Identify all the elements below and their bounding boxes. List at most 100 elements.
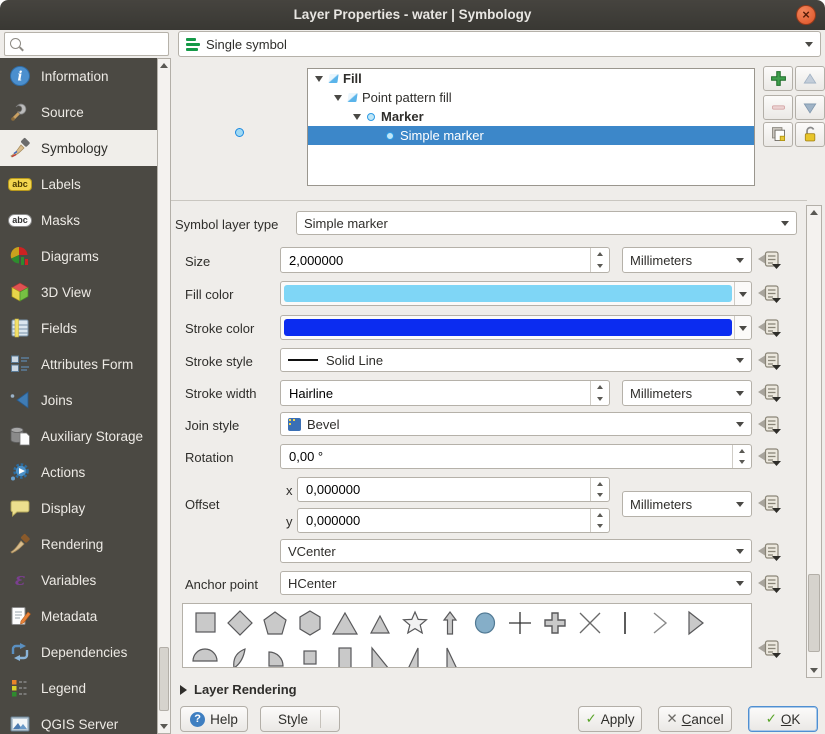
data-defined-override-stroke-width[interactable] (756, 382, 782, 404)
data-defined-override-stroke-color[interactable] (756, 317, 782, 339)
data-defined-override-fill-color[interactable] (756, 283, 782, 305)
shape-quarter-square-icon[interactable] (292, 642, 327, 667)
spinner-buttons[interactable] (590, 478, 609, 501)
sidebar-item-qgis-server[interactable]: QGIS Server (0, 706, 157, 734)
shape-semi-circle-icon[interactable] (187, 642, 222, 667)
shape-cross2-icon[interactable] (572, 607, 607, 638)
anchor-vertical-select[interactable]: VCenter (280, 539, 752, 563)
data-defined-override-join-style[interactable] (756, 414, 782, 436)
stroke-style-select[interactable]: Solid Line (280, 348, 752, 372)
anchor-horizontal-select[interactable]: HCenter (280, 571, 752, 595)
size-spinbox[interactable] (280, 247, 610, 273)
sidebar-item-legend[interactable]: Legend (0, 670, 157, 706)
size-unit-select[interactable]: Millimeters (622, 247, 752, 273)
offset-x-input[interactable] (304, 479, 591, 500)
shape-cross-fill-icon[interactable] (537, 607, 572, 638)
data-defined-override-size[interactable] (756, 249, 782, 271)
sidebar-item-joins[interactable]: Joins (0, 382, 157, 418)
offset-y-input[interactable] (304, 510, 591, 531)
tree-row-point-pattern-fill[interactable]: Point pattern fill (308, 88, 754, 107)
shape-circle-icon[interactable] (467, 607, 502, 638)
shape-left-half-triangle-icon[interactable] (432, 642, 467, 667)
shape-arrow-icon[interactable] (432, 607, 467, 638)
data-defined-override-offset[interactable] (756, 493, 782, 515)
marker-shape-gallery[interactable] (182, 603, 752, 668)
shape-pentagon-icon[interactable] (257, 607, 292, 638)
sidebar-item-fields[interactable]: Fields (0, 310, 157, 346)
offset-unit-select[interactable]: Millimeters (622, 491, 752, 517)
spinner-buttons[interactable] (590, 248, 609, 272)
add-symbol-layer-button[interactable] (763, 66, 793, 91)
shape-half-square-icon[interactable] (327, 642, 362, 667)
ok-button[interactable]: ✓ O K (748, 706, 818, 732)
close-icon[interactable]: × (796, 5, 816, 25)
spinner-buttons[interactable] (590, 509, 609, 532)
expand-icon[interactable] (353, 113, 361, 120)
form-scrollbar[interactable] (806, 205, 822, 678)
tree-row-fill[interactable]: Fill (308, 69, 754, 88)
shape-line-icon[interactable] (607, 607, 642, 638)
shape-filled-arrowhead-icon[interactable] (677, 607, 712, 638)
sidebar-item-diagrams[interactable]: Diagrams (0, 238, 157, 274)
sidebar-scrollbar[interactable] (157, 58, 171, 734)
offset-y-spinbox[interactable] (297, 508, 610, 533)
shape-triangle-icon[interactable] (327, 607, 362, 638)
sidebar-item-actions[interactable]: Actions (0, 454, 157, 490)
move-layer-up-button[interactable] (795, 66, 825, 91)
sidebar-item-labels[interactable]: abc Labels (0, 166, 157, 202)
scroll-up-icon[interactable] (807, 206, 821, 219)
shape-quarter-circle-icon[interactable] (257, 642, 292, 667)
size-input[interactable] (287, 249, 591, 271)
sidebar-item-variables[interactable]: ε Variables (0, 562, 157, 598)
data-defined-override-anchor-horizontal[interactable] (756, 573, 782, 595)
tree-row-marker[interactable]: Marker (308, 107, 754, 126)
shape-diagonal-half-square-icon[interactable] (362, 642, 397, 667)
data-defined-override-shape[interactable] (756, 638, 782, 660)
stroke-color-button[interactable] (280, 315, 752, 340)
symbol-layer-type-select[interactable]: Simple marker (296, 211, 797, 235)
data-defined-override-rotation[interactable] (756, 446, 782, 468)
search-box[interactable] (4, 32, 169, 56)
shape-third-circle-icon[interactable] (222, 642, 257, 667)
data-defined-override-anchor-vertical[interactable] (756, 541, 782, 563)
expand-icon[interactable] (315, 75, 323, 82)
apply-button[interactable]: ✓ Apply (578, 706, 642, 732)
sidebar-item-source[interactable]: Source (0, 94, 157, 130)
data-defined-override-stroke-style[interactable] (756, 350, 782, 372)
fill-color-button[interactable] (280, 281, 752, 306)
expand-icon[interactable] (334, 94, 342, 101)
stroke-width-spinbox[interactable] (280, 380, 610, 406)
sidebar-item-information[interactable]: i Information (0, 58, 157, 94)
symbol-layers-tree[interactable]: Fill Point pattern fill Marker Simple ma… (307, 68, 755, 186)
sidebar-item-3d-view[interactable]: 3D View (0, 274, 157, 310)
search-input[interactable] (27, 34, 167, 55)
remove-symbol-layer-button[interactable] (763, 95, 793, 120)
duplicate-symbol-layer-button[interactable] (763, 122, 793, 147)
renderer-select[interactable]: Single symbol (178, 31, 821, 57)
stroke-width-unit-select[interactable]: Millimeters (622, 380, 752, 406)
style-button[interactable]: Style (260, 706, 340, 732)
scroll-down-icon[interactable] (807, 664, 821, 677)
join-style-select[interactable]: Bevel (280, 412, 752, 436)
help-button[interactable]: ? Help (180, 706, 248, 732)
stroke-width-input[interactable] (287, 382, 591, 404)
sidebar-item-auxiliary-storage[interactable]: Auxiliary Storage (0, 418, 157, 454)
sidebar-scrollbar-thumb[interactable] (159, 647, 169, 711)
scroll-down-icon[interactable] (158, 720, 170, 733)
lock-color-button[interactable] (795, 122, 825, 147)
shape-star-icon[interactable] (397, 607, 432, 638)
shape-equilateral-triangle-icon[interactable] (362, 607, 397, 638)
sidebar-item-attributes-form[interactable]: Attributes Form (0, 346, 157, 382)
shape-square-icon[interactable] (187, 607, 222, 638)
shape-diamond-icon[interactable] (222, 607, 257, 638)
move-layer-down-button[interactable] (795, 95, 825, 120)
spinner-buttons[interactable] (590, 381, 609, 405)
shape-right-half-triangle-icon[interactable] (397, 642, 432, 667)
sidebar-item-rendering[interactable]: Rendering (0, 526, 157, 562)
sidebar-item-dependencies[interactable]: Dependencies (0, 634, 157, 670)
sidebar-item-masks[interactable]: abc Masks (0, 202, 157, 238)
sidebar-item-metadata[interactable]: Metadata (0, 598, 157, 634)
rotation-input[interactable] (287, 446, 733, 467)
shape-arrowhead-icon[interactable] (642, 607, 677, 638)
offset-x-spinbox[interactable] (297, 477, 610, 502)
